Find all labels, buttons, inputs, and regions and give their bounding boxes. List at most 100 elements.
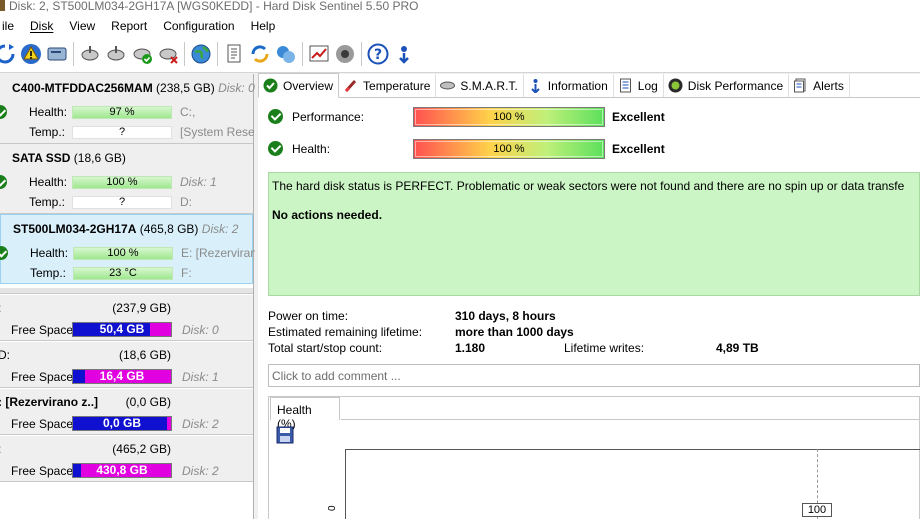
- tab-health-chart[interactable]: Health (%): [270, 397, 340, 431]
- partition-entry[interactable]: D: (18,6 GB) Free Space 16,4 GB Disk: 1: [0, 342, 253, 388]
- tab-overview[interactable]: Overview: [258, 73, 340, 98]
- free-space-value: 0,0 GB: [102, 416, 141, 430]
- free-space-bar: 430,8 GB: [72, 463, 172, 478]
- performance-bar: 100 %: [413, 107, 605, 127]
- tab-label: S.M.A.R.T.: [460, 78, 518, 93]
- menu-help[interactable]: Help: [243, 19, 284, 33]
- drive-letters: F:: [181, 266, 192, 280]
- tab-label: Alerts: [813, 78, 844, 93]
- help-icon[interactable]: ?: [365, 41, 391, 67]
- data-point-label: 100: [802, 503, 832, 517]
- partition-entry[interactable]: : (237,9 GB) Free Space 50,4 GB Disk: 0: [0, 295, 253, 341]
- tab-smart[interactable]: S.M.A.R.T.: [436, 74, 524, 97]
- report-icon[interactable]: [221, 41, 247, 67]
- temp-label: Temp.:: [29, 195, 66, 209]
- tab-temperature[interactable]: Temperature: [339, 74, 437, 97]
- toolbar: ?: [0, 36, 920, 73]
- disk-number: Disk: 1: [182, 370, 219, 384]
- satellite-icon[interactable]: [103, 41, 129, 67]
- sync-icon[interactable]: [247, 41, 273, 67]
- free-space-bar: 50,4 GB: [72, 322, 172, 337]
- details-panel: Overview Temperature S.M.A.R.T. Informat…: [258, 73, 920, 519]
- actions-message: No actions needed.: [272, 208, 383, 222]
- satellite-icon[interactable]: [77, 41, 103, 67]
- drive-letters: D:: [180, 195, 192, 209]
- free-space-value: 50,4 GB: [99, 322, 145, 336]
- alert-icon[interactable]: [18, 41, 44, 67]
- tab-disk-performance[interactable]: Disk Performance: [664, 74, 790, 97]
- health-label: Health:: [29, 105, 68, 119]
- disk-entry[interactable]: SATA SSD (18,6 GB) Health: 100 % Disk: 1…: [0, 144, 253, 214]
- partition-size: (465,2 GB): [112, 442, 171, 456]
- disk-icon[interactable]: [44, 41, 70, 67]
- tab-alerts[interactable]: Alerts: [789, 74, 850, 97]
- temp-label: Temp.:: [29, 125, 66, 139]
- speaker-icon[interactable]: [332, 41, 358, 67]
- save-icon[interactable]: [276, 426, 294, 444]
- globe-icon[interactable]: [188, 41, 214, 67]
- disk-name: C400-MTFDDAC256MAM (238,5 GB) Disk: 0: [12, 81, 255, 95]
- free-space-label: Free Space: [11, 370, 74, 384]
- menu-configuration[interactable]: Configuration: [155, 19, 242, 33]
- menu-view[interactable]: View: [61, 19, 103, 33]
- satellite-ok-icon[interactable]: [129, 41, 155, 67]
- free-space-bar: 0,0 GB: [72, 416, 172, 431]
- start-stop-label: Total start/stop count:: [268, 341, 383, 355]
- health-rating: Excellent: [612, 142, 665, 156]
- toolbar-separator: [361, 42, 362, 66]
- partition-size: (18,6 GB): [118, 348, 171, 362]
- check-icon: [0, 175, 7, 189]
- temp-bar: ?: [72, 196, 172, 209]
- disk-entry-selected[interactable]: ST500LM034-2GH17A (465,8 GB) Disk: 2 Hea…: [0, 214, 255, 284]
- partition-entry[interactable]: : [Rezervirano z..] (0,0 GB) Free Space …: [0, 389, 253, 435]
- tab-label: Overview: [283, 78, 334, 93]
- svg-text:?: ?: [374, 47, 382, 63]
- partition-name: :: [0, 301, 1, 315]
- partition-size: (0,0 GB): [125, 395, 171, 409]
- update-icon[interactable]: [391, 41, 417, 67]
- toolbar-separator: [302, 42, 303, 66]
- tab-label: Disk Performance: [687, 78, 784, 93]
- health-chart-panel: Health (%) 0 100: [268, 396, 920, 519]
- health-bar: 100 %: [72, 176, 172, 189]
- tab-information[interactable]: Information: [524, 74, 614, 97]
- disk-entry[interactable]: C400-MTFDDAC256MAM (238,5 GB) Disk: 0 He…: [0, 74, 255, 144]
- status-message-box: The hard disk status is PERFECT. Problem…: [268, 172, 920, 296]
- tab-log[interactable]: Log: [614, 74, 664, 97]
- chart-icon[interactable]: [306, 41, 332, 67]
- temp-bar: ?: [72, 126, 172, 139]
- performance-label: Performance:: [292, 110, 365, 124]
- health-bar: 97 %: [72, 106, 172, 119]
- free-space-label: Free Space: [11, 323, 74, 337]
- comment-input[interactable]: Click to add comment ...: [268, 364, 920, 387]
- power-on-value: 310 days, 8 hours: [455, 309, 556, 323]
- partition-name: D:: [0, 348, 10, 362]
- lifetime-writes-value: 4,89 TB: [716, 341, 759, 355]
- free-space-bar: 16,4 GB: [72, 369, 172, 384]
- check-icon: [0, 105, 7, 119]
- free-space-label: Free Space: [11, 417, 74, 431]
- satellite-error-icon[interactable]: [155, 41, 181, 67]
- partition-name: : [Rezervirano z..]: [0, 395, 99, 409]
- refresh-icon[interactable]: [0, 41, 18, 67]
- menu-report[interactable]: Report: [103, 19, 155, 33]
- status-message: The hard disk status is PERFECT. Problem…: [272, 179, 905, 193]
- partition-size: (237,9 GB): [112, 301, 171, 315]
- lifetime-label: Estimated remaining lifetime:: [268, 325, 423, 339]
- network-icon[interactable]: [273, 41, 299, 67]
- menu-file[interactable]: ile: [0, 19, 22, 33]
- tab-label: Information: [547, 78, 608, 93]
- thermometer-icon: [343, 78, 358, 93]
- menu-disk[interactable]: Disk: [22, 19, 61, 33]
- partition-entry[interactable]: : (465,2 GB) Free Space 430,8 GB Disk: 2: [0, 436, 253, 482]
- panel-divider: [0, 288, 253, 294]
- drive-letters: C:,: [180, 105, 196, 119]
- disk-name: SATA SSD (18,6 GB): [12, 151, 126, 165]
- health-label: Health:: [292, 142, 331, 156]
- health-bar: 100 %: [73, 247, 173, 260]
- check-icon: [0, 246, 8, 260]
- toolbar-separator: [73, 42, 74, 66]
- tab-label: Log: [637, 78, 658, 93]
- free-space-value: 430,8 GB: [96, 463, 148, 477]
- free-space-value: 16,4 GB: [99, 369, 145, 383]
